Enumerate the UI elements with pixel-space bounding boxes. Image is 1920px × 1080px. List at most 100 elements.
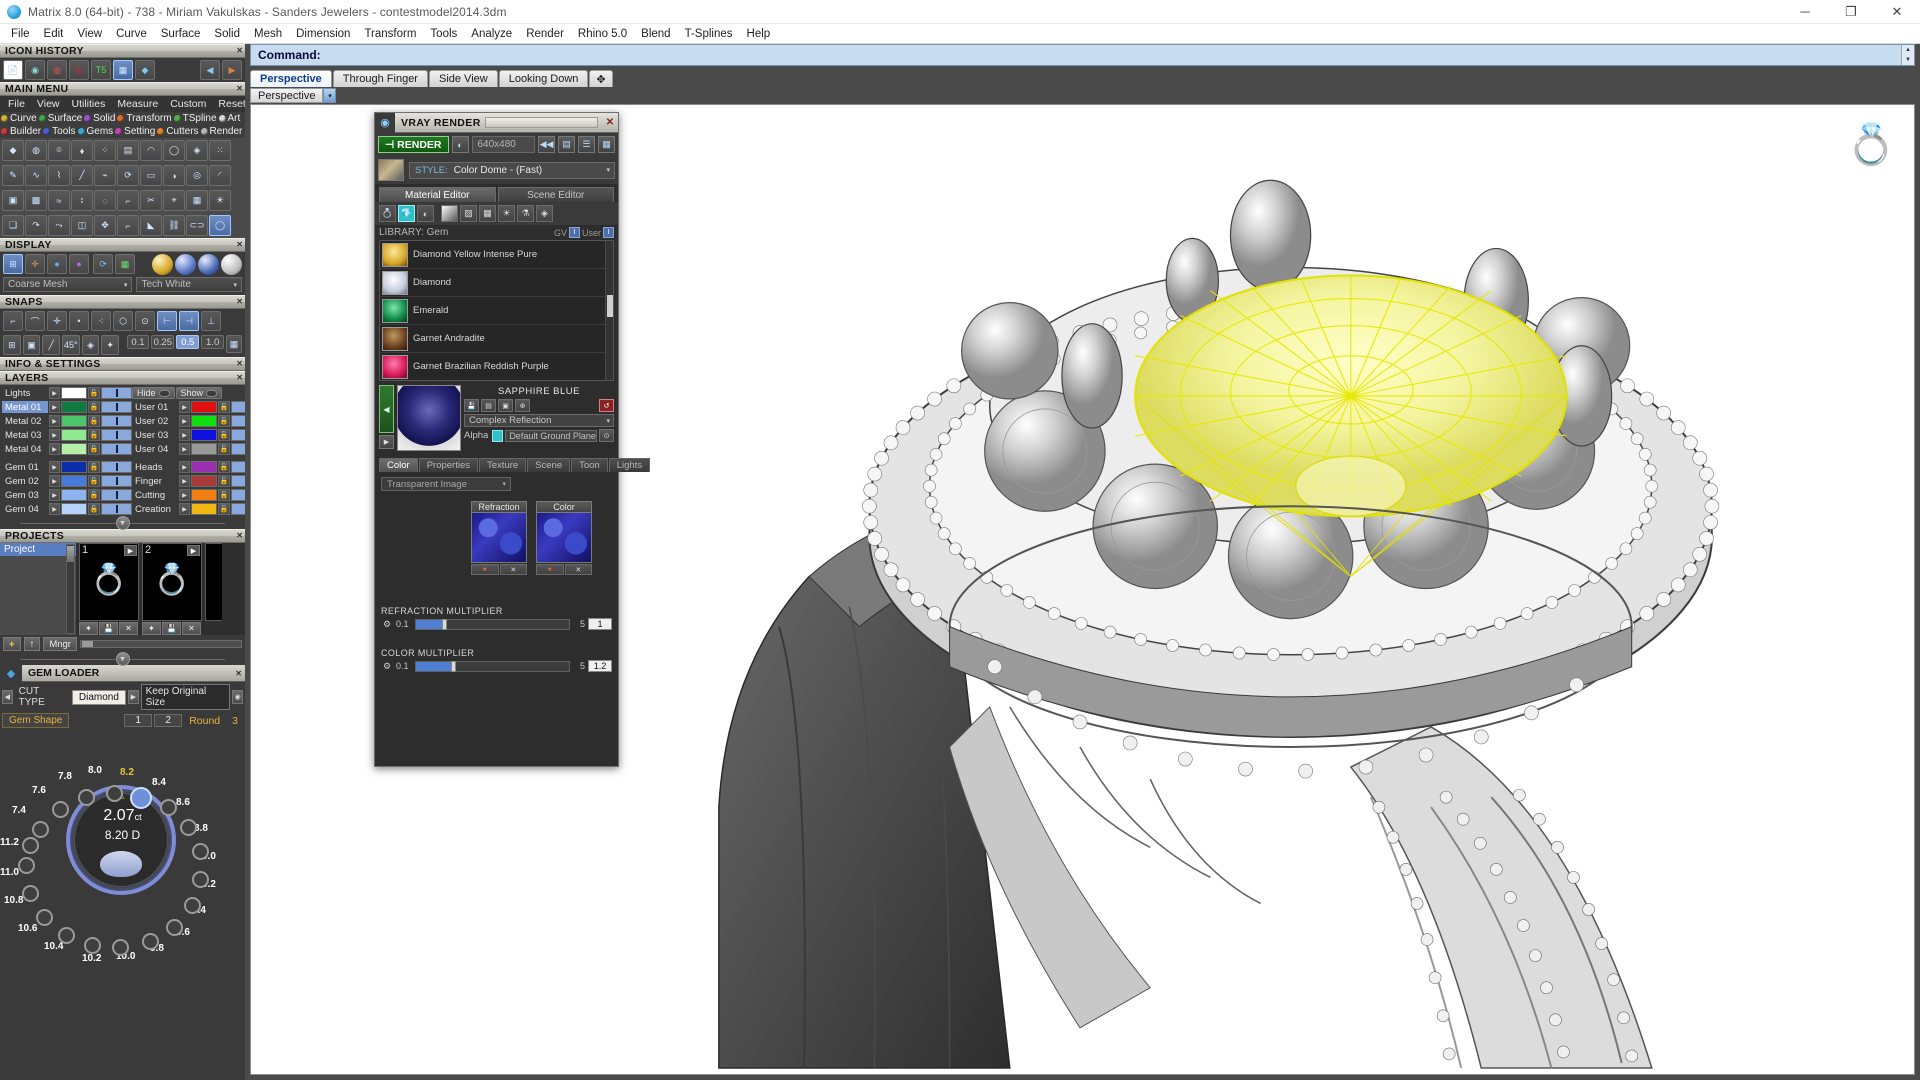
project-thumbnail[interactable]: 1 ▶ 💍 [79, 543, 139, 621]
snap-icon-ortho[interactable]: ⊢ [157, 311, 177, 331]
mm-reset[interactable]: Reset [212, 97, 245, 111]
dial-node-7-6[interactable] [52, 801, 69, 818]
tab-perspective[interactable]: Perspective [250, 70, 332, 87]
mm-curve[interactable]: Curve [1, 113, 37, 124]
lock-icon[interactable]: 🔓 [218, 475, 230, 488]
project-thumbnail[interactable]: 2 ▶ 💍 [142, 543, 202, 621]
mm-cutters[interactable]: Cutters [157, 126, 199, 137]
layer-expand-icon[interactable]: ▶ [179, 429, 190, 442]
section-header-gem-loader[interactable]: ◆ GEM LOADER ✕ [0, 664, 245, 682]
section-header-snaps[interactable]: SNAPS ✕ [0, 295, 245, 309]
minimize-button[interactable]: ─ [1782, 0, 1828, 24]
menu-item-dimension[interactable]: Dimension [289, 26, 357, 42]
light-icon[interactable]: ◈ [536, 205, 553, 222]
layer-color-swatch[interactable] [191, 489, 217, 502]
layer-visibility-toggle[interactable] [101, 489, 132, 502]
tab-texture[interactable]: Texture [479, 458, 527, 472]
layer-visibility-toggle[interactable] [231, 401, 245, 414]
tab-scene-editor[interactable]: Scene Editor [497, 187, 614, 202]
ring-icon[interactable]: 💍 [379, 205, 396, 222]
lock-icon[interactable]: 🔓 [88, 415, 100, 428]
thumb-load-button[interactable]: ✦ [142, 622, 161, 635]
layer-color-swatch[interactable] [61, 443, 87, 456]
dial-node-9-2[interactable] [184, 897, 201, 914]
lock-icon[interactable]: 🔓 [88, 475, 100, 488]
dial-label-7-8[interactable]: 7.8 [58, 771, 72, 782]
command-bar[interactable]: Command: ▲ ▼ [250, 44, 1915, 66]
tool-icon-prong[interactable]: ⌾ [48, 140, 70, 161]
tool-icon-sketch[interactable]: ✎ [2, 165, 24, 186]
command-history-spinner[interactable]: ▲ ▼ [1901, 45, 1914, 65]
tab-side-view[interactable]: Side View [428, 70, 498, 87]
menu-item-transform[interactable]: Transform [357, 26, 423, 42]
thumb-arrow-icon[interactable]: ▶ [124, 545, 137, 556]
dial-label-8-6[interactable]: 8.6 [176, 797, 190, 808]
ground-plane-field[interactable]: Default Ground Plane [505, 429, 597, 442]
dial-node-7-8[interactable] [78, 789, 95, 806]
layer-visibility-toggle[interactable] [101, 415, 132, 428]
mm-measure[interactable]: Measure [111, 97, 164, 111]
layer-visibility-toggle[interactable] [101, 475, 132, 488]
tool-icon-band[interactable]: ◯ [163, 140, 185, 161]
layer-color-swatch[interactable] [61, 489, 87, 502]
library-user-toggle[interactable]: I [603, 227, 614, 238]
section-header-info-settings[interactable]: INFO & SETTINGS ✕ [0, 357, 245, 371]
menu-item-analyze[interactable]: Analyze [464, 26, 519, 42]
layer-expand-icon[interactable]: ▶ [49, 401, 60, 414]
color-value[interactable]: 1.2 [588, 660, 612, 672]
layer-row-user-03[interactable]: User 03 ▶ 🔓 [132, 429, 245, 442]
close-icon[interactable]: ✕ [236, 46, 243, 55]
settings-list-icon[interactable]: ☰ [578, 136, 595, 153]
layer-color-swatch[interactable] [61, 503, 87, 516]
lock-icon[interactable]: 🔓 [88, 429, 100, 442]
tool-icon-move[interactable]: ✥ [94, 215, 116, 236]
tool-icon-bezel[interactable]: ◍ [25, 140, 47, 161]
cut-type-next-icon[interactable]: ▶ [127, 690, 139, 704]
tool-icon-boolean[interactable]: ◑ [163, 165, 185, 186]
layer-color-swatch[interactable] [61, 475, 87, 488]
tool-icon-cutter[interactable]: ✂ [140, 190, 162, 211]
layer-row-metal-03[interactable]: Metal 03 ▶ 🔓 [2, 429, 132, 442]
tool-icon-fillet[interactable]: ◜ [209, 165, 231, 186]
refraction-value[interactable]: 1 [588, 618, 612, 630]
tool-icon-ring-rail[interactable]: ◌ [94, 190, 116, 211]
mm-solid[interactable]: Solid [84, 113, 115, 124]
dial-node-11-0[interactable] [22, 837, 39, 854]
gem-shape-page-1[interactable]: 1 [124, 714, 153, 727]
display-style-combo[interactable]: Tech White ▾ [136, 277, 242, 292]
material-sphere-silver[interactable] [221, 254, 242, 275]
tool-icon-extrude[interactable]: ▭ [140, 165, 162, 186]
lock-icon[interactable]: 🔓 [88, 503, 100, 516]
gemloader-collapse-divider[interactable]: ▼ [0, 652, 245, 666]
hide-button[interactable]: Hide [132, 387, 175, 400]
dial-node-8-6[interactable] [180, 819, 197, 836]
keep-original-size-button[interactable]: Keep Original Size [140, 684, 231, 710]
lock-icon[interactable]: 🔓 [88, 489, 100, 502]
layer-visibility-toggle[interactable] [101, 387, 132, 400]
mm-setting[interactable]: Setting [115, 126, 155, 137]
dial-label-8-0[interactable]: 8.0 [88, 765, 102, 776]
snap-icon-grid-settings[interactable]: ▦ [226, 335, 242, 353]
snap-value-0-1[interactable]: 0.1 [126, 335, 150, 349]
gem-icon[interactable]: 💎 [398, 205, 415, 222]
snap-icon-cube[interactable]: ▣ [22, 335, 41, 355]
menu-item-view[interactable]: View [70, 26, 109, 42]
layer-row-gem-03[interactable]: Gem 03 ▶ 🔓 [2, 489, 132, 502]
close-icon[interactable]: ✕ [236, 531, 243, 540]
transparent-image-select[interactable]: Transparent Image ▾ [381, 477, 511, 491]
snap-icon-planar[interactable]: ⊣ [179, 311, 199, 331]
snap-icon-line[interactable]: ╱ [42, 335, 61, 355]
dial-label-8-2[interactable]: 8.2 [120, 767, 134, 778]
tool-icon-link[interactable]: ⛓ [163, 215, 185, 236]
gear-icon[interactable]: ⚙ [381, 618, 393, 630]
mm-file[interactable]: File [2, 97, 31, 111]
preview-prev-button[interactable]: ◀ [379, 385, 394, 433]
close-icon[interactable]: ✕ [235, 669, 245, 678]
layer-visibility-toggle[interactable] [101, 401, 132, 414]
snap-icon-near[interactable]: ⌒ [25, 311, 45, 331]
layer-row-lights[interactable]: Lights ▶ 🔓 [2, 387, 132, 400]
layer-color-swatch[interactable] [61, 429, 87, 442]
material-list-item[interactable]: Diamond Yellow Intense Pure [380, 241, 613, 269]
project-list-item[interactable]: Project [0, 543, 76, 556]
dial-node-9-6[interactable] [142, 933, 159, 950]
